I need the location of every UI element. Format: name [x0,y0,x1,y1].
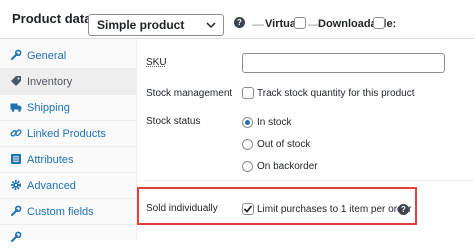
stock-status-option: On backorder [257,161,318,172]
section-divider [136,180,474,181]
tab-shipping[interactable]: Shipping [0,95,136,121]
downloadable-checkbox[interactable] [373,17,385,29]
stock-status-label: Stock status [146,116,201,127]
wrench-icon [11,49,22,60]
stock-status-option: In stock [257,117,292,128]
tab-linked-products[interactable]: Linked Products [0,121,136,147]
sold-individually-label: Sold individually [146,203,218,214]
sold-individually-help-icon[interactable]: ? [398,204,409,215]
list-icon [11,154,21,164]
tab-label: Linked Products [27,128,106,140]
panel-title: Product data [12,11,92,26]
product-data-tabs: General Inventory Shipping Linked Produc… [0,39,137,242]
tab-label: Inventory [27,76,73,88]
limit-purchases-label: Limit purchases to 1 item per order [257,204,412,215]
stock-status-on-backorder-radio[interactable] [242,161,253,172]
virtual-checkbox[interactable] [294,17,306,29]
tab-advanced[interactable]: Advanced [0,173,136,199]
tab-label: General [27,50,67,62]
tab-custom-fields[interactable]: Custom fields [0,199,136,225]
tab-partial[interactable] [0,225,136,251]
link-icon [10,129,22,137]
stock-management-label: Stock management [146,88,233,99]
product-data-header: Product data Simple product ? — Virtual:… [0,0,474,39]
stock-status-in-stock-radio[interactable] [242,117,253,128]
limit-purchases-checkbox[interactable] [242,203,254,215]
gear-icon [11,180,21,190]
truck-icon [10,103,22,112]
tab-label: Advanced [27,180,76,192]
wrench-icon [11,205,22,216]
tab-attributes[interactable]: Attributes [0,147,136,173]
tab-general[interactable]: General [0,43,136,69]
tab-label: Attributes [27,154,74,166]
wrench-icon [11,231,22,242]
stock-status-option: Out of stock [257,139,311,150]
chevron-down-icon [206,22,216,29]
tab-label: Shipping [27,102,70,114]
product-type-value: Simple product [97,18,185,32]
product-type-select[interactable]: Simple product [88,14,224,36]
header-separator: — [252,17,264,31]
tab-label: Custom fields [27,206,94,218]
sku-input[interactable] [242,53,445,73]
track-stock-label: Track stock quantity for this product [257,88,415,99]
tab-inventory[interactable]: Inventory [0,69,136,95]
track-stock-checkbox[interactable] [242,87,254,99]
sku-label: SKU [146,57,167,68]
checkmark-icon [243,205,253,213]
product-type-help-icon[interactable]: ? [234,17,245,28]
product-data-panel: Product data Simple product ? — Virtual:… [0,0,474,242]
stock-status-out-of-stock-radio[interactable] [242,139,253,150]
tag-icon [11,76,21,86]
